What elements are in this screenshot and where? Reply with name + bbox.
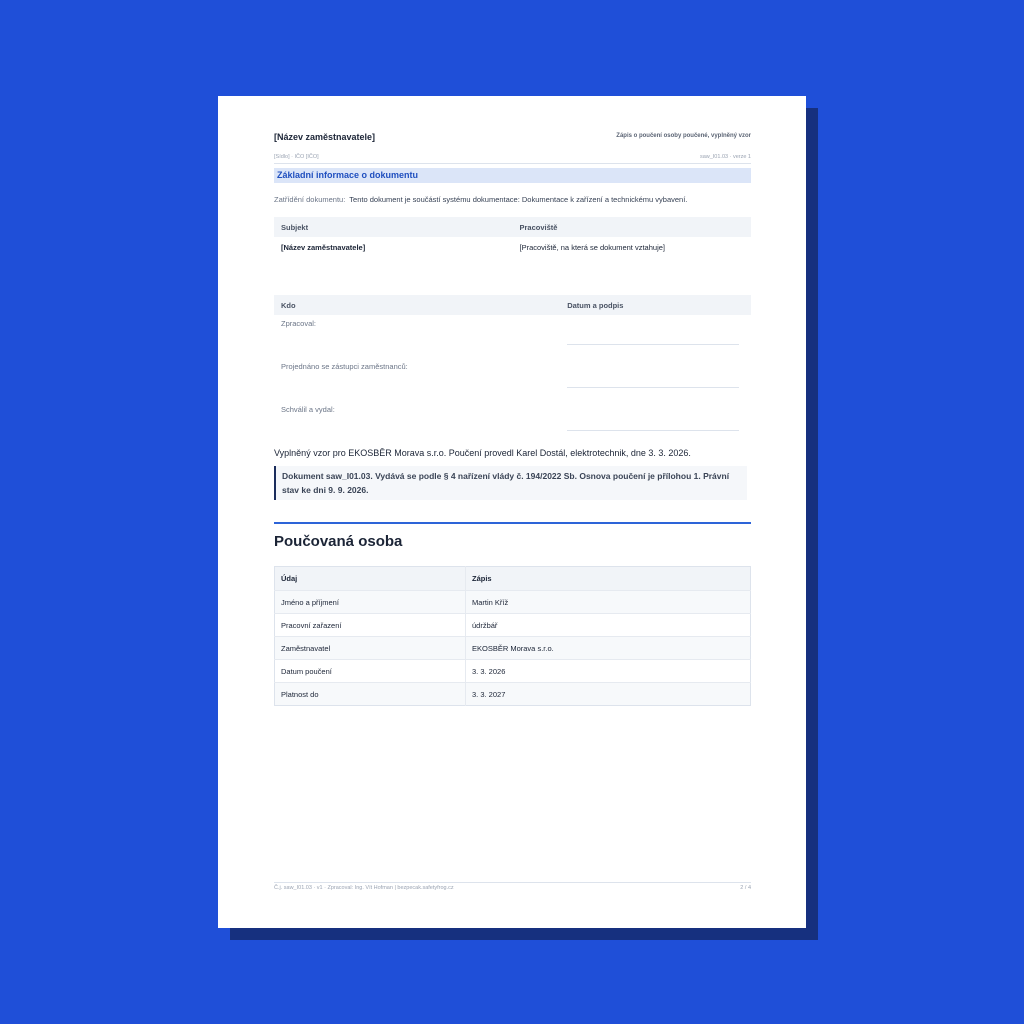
person-heading: Poučovaná osoba (274, 533, 403, 550)
field-value: údržbář (465, 613, 751, 637)
signature-field[interactable] (560, 358, 751, 401)
signature-field[interactable] (560, 315, 751, 358)
field-label: Datum poučení (274, 659, 466, 683)
signature-role-label: Schválil a vydal: (281, 405, 335, 414)
classification: Zatřídění dokumentu: Tento dokument je so… (274, 195, 751, 204)
date-signature-header: Datum a podpis (560, 295, 751, 315)
signature-line (567, 358, 739, 388)
header-document-title: Zápis o poučení osoby poučené, vyplněný … (616, 133, 751, 139)
signature-line (567, 315, 739, 345)
field-label: Jméno a příjmení (274, 590, 466, 614)
table-row: Datum poučení 3. 3. 2026 (274, 659, 751, 683)
record-header: Zápis (465, 566, 751, 591)
field-label: Pracovní zařazení (274, 613, 466, 637)
table-row: [Název zaměstnavatele] [Pracoviště, na k… (274, 237, 751, 257)
signature-role-label: Zpracoval: (281, 319, 317, 328)
filled-sample-note: Vyplněný vzor pro EKOSBĚR Morava s.r.o. … (274, 448, 691, 458)
table-row: Projednáno se zástupci zaměstnanců: (274, 358, 751, 401)
field-label: Zaměstnavatel (274, 636, 466, 660)
page-header: [Název zaměstnavatele] Zápis o poučení o… (274, 132, 751, 154)
table-header-row: Kdo Datum a podpis (274, 295, 751, 315)
signature-line (567, 401, 739, 431)
signature-table: Kdo Datum a podpis Zpracoval: Projednáno… (274, 295, 751, 444)
table-row: Zpracoval: (274, 315, 751, 358)
header-address: [Sídlo] · IČO [IČO] (274, 154, 319, 160)
field-value: 3. 3. 2026 (465, 659, 751, 683)
header-subline: [Sídlo] · IČO [IČO] saw_I01.03 · verze 1 (274, 154, 751, 164)
classification-label: Zatřídění dokumentu: (274, 195, 346, 204)
page-footer: Č.j. saw_I01.03 · v1 · Zpracoval: Ing. V… (274, 882, 751, 893)
document-page: [Název zaměstnavatele] Zápis o poučení o… (218, 96, 806, 928)
field-label: Platnost do (274, 682, 466, 706)
field-value: 3. 3. 2027 (465, 682, 751, 706)
section-title: Základní informace o dokumentu (274, 168, 751, 183)
subject-header: Subjekt (274, 217, 513, 237)
table-header-row: Subjekt Pracoviště (274, 217, 751, 237)
table-row: Pracovní zařazení údržbář (274, 613, 751, 637)
table-row: Zaměstnavatel EKOSBĚR Morava s.r.o. (274, 636, 751, 660)
legal-note: Dokument saw_I01.03. Vydává se podle § 4… (274, 466, 747, 500)
page-content: [Název zaměstnavatele] Zápis o poučení o… (274, 132, 751, 706)
table-row: Jméno a příjmení Martin Kříž (274, 590, 751, 614)
signature-field[interactable] (560, 401, 751, 444)
workplace-cell: [Pracoviště, na která se dokument vztahu… (519, 242, 666, 252)
subject-cell: [Název zaměstnavatele] (281, 242, 366, 252)
section-divider (274, 522, 751, 524)
field-header: Údaj (274, 566, 466, 591)
classification-value: Tento dokument je součástí systému dokum… (349, 195, 688, 204)
field-value: EKOSBĚR Morava s.r.o. (465, 636, 751, 660)
page-number: 2 / 4 (740, 885, 751, 891)
footer-reference: Č.j. saw_I01.03 · v1 · Zpracoval: Ing. V… (274, 885, 454, 891)
signature-role-label: Projednáno se zástupci zaměstnanců: (281, 362, 408, 371)
header-version: saw_I01.03 · verze 1 (699, 154, 751, 160)
field-value: Martin Kříž (465, 590, 751, 614)
workplace-header: Pracoviště (512, 217, 751, 237)
table-header-row: Údaj Zápis (274, 566, 751, 591)
header-company: [Název zaměstnavatele] (274, 132, 376, 142)
who-header: Kdo (274, 295, 561, 315)
table-row: Platnost do 3. 3. 2027 (274, 682, 751, 706)
person-table: Údaj Zápis Jméno a příjmení Martin Kříž … (274, 566, 751, 706)
subject-table: Subjekt Pracoviště [Název zaměstnavatele… (274, 217, 751, 257)
table-row: Schválil a vydal: (274, 401, 751, 444)
